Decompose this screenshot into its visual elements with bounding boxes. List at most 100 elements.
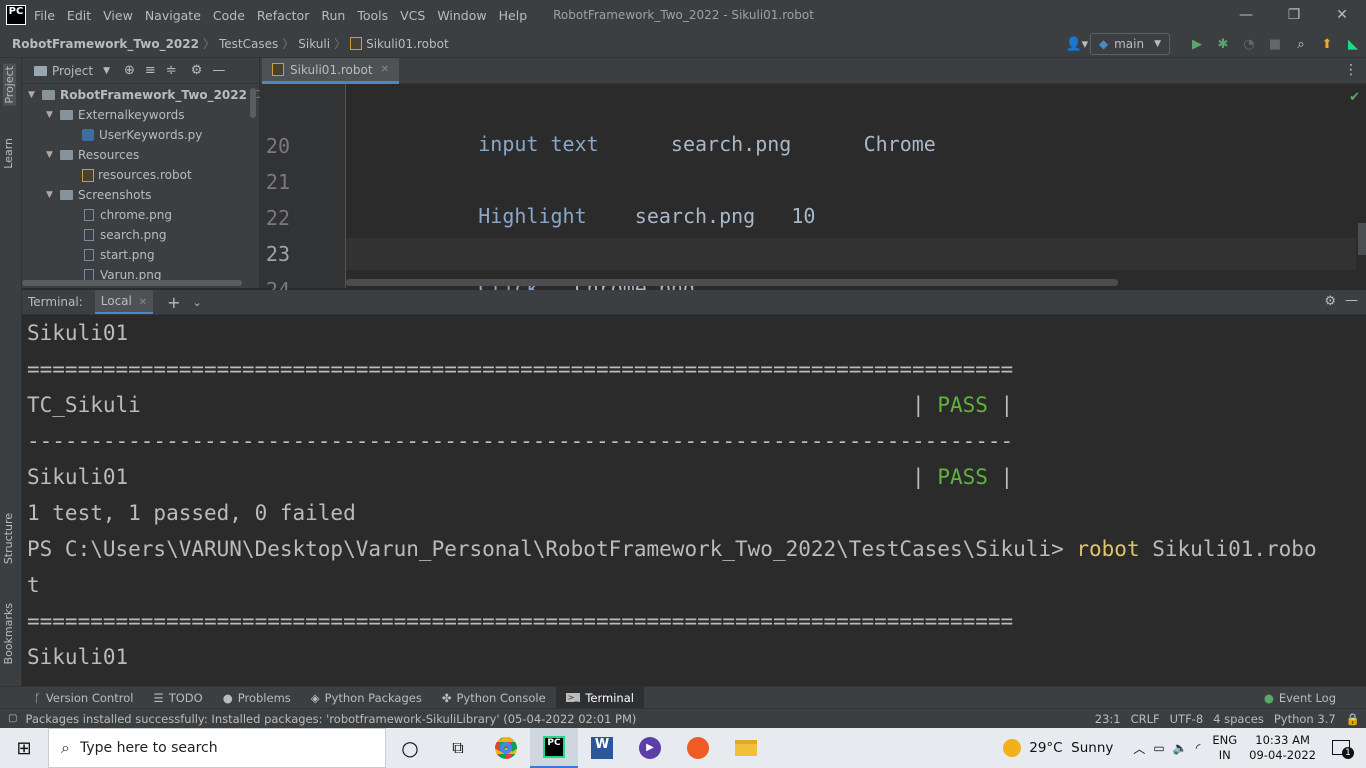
lock-icon[interactable]: 🔒 bbox=[1346, 712, 1360, 726]
tree-item-userkeywords[interactable]: UserKeywords.py bbox=[82, 125, 202, 145]
tree-item-start-png[interactable]: start.png bbox=[84, 245, 155, 265]
breadcrumb-file[interactable]: Sikuli01.robot bbox=[366, 37, 449, 51]
update-icon[interactable]: ⬆ bbox=[1314, 37, 1340, 52]
clock[interactable]: 10:33 AM 09-04-2022 bbox=[1249, 733, 1316, 763]
menu-edit[interactable]: Edit bbox=[67, 8, 91, 23]
menu-run[interactable]: Run bbox=[321, 8, 345, 23]
close-icon[interactable]: ✕ bbox=[1318, 0, 1366, 30]
terminal-line: ========================================… bbox=[27, 357, 1014, 381]
taskbar-search[interactable]: ⌕ Type here to search bbox=[48, 728, 386, 768]
gear-icon[interactable]: ⚙ bbox=[191, 63, 203, 78]
task-view-icon[interactable]: ⧉ bbox=[434, 728, 482, 768]
line-separator[interactable]: CRLF bbox=[1131, 712, 1160, 726]
tree-item-screenshots[interactable]: ▼ Screenshots bbox=[46, 185, 151, 205]
breadcrumb-sikuli[interactable]: Sikuli bbox=[298, 37, 330, 51]
chevron-down-icon[interactable]: ▼ bbox=[103, 66, 110, 76]
terminal-tab-local[interactable]: Local ✕ bbox=[94, 290, 154, 314]
tree-item-resources[interactable]: ▼ Resources bbox=[46, 145, 139, 165]
battery-icon[interactable]: ▭ bbox=[1153, 741, 1164, 755]
editor-tab-sikuli01[interactable]: Sikuli01.robot ✕ bbox=[262, 58, 399, 84]
tab-terminal[interactable]: >_ Terminal bbox=[555, 686, 644, 709]
python-interpreter[interactable]: Python 3.7 bbox=[1274, 712, 1336, 726]
status-message[interactable]: Packages installed successfully: Install… bbox=[25, 712, 636, 726]
collapse-all-icon[interactable]: ≑ bbox=[166, 63, 177, 78]
restore-icon[interactable]: ❐ bbox=[1270, 0, 1318, 30]
cortana-icon[interactable]: ○ bbox=[386, 728, 434, 768]
tab-python-packages[interactable]: ◈ Python Packages bbox=[301, 687, 432, 709]
chevron-down-icon[interactable]: ⌄ bbox=[193, 296, 202, 309]
weather-icon[interactable] bbox=[1003, 739, 1022, 757]
stop-icon[interactable]: ■ bbox=[1262, 37, 1288, 52]
wifi-icon[interactable]: ◜ bbox=[1196, 741, 1201, 755]
postman-icon[interactable] bbox=[674, 728, 722, 768]
horizontal-scrollbar[interactable] bbox=[22, 280, 242, 286]
file-explorer-icon[interactable] bbox=[722, 728, 770, 768]
chrome-icon[interactable] bbox=[482, 728, 530, 768]
menu-help[interactable]: Help bbox=[499, 8, 528, 23]
caret-position[interactable]: 23:1 bbox=[1095, 712, 1121, 726]
learn-tool-tab[interactable]: Learn bbox=[2, 138, 15, 169]
menu-vcs[interactable]: VCS bbox=[400, 8, 425, 23]
user-icon[interactable]: 👤▾ bbox=[1064, 37, 1090, 52]
menu-code[interactable]: Code bbox=[213, 8, 245, 23]
hide-icon[interactable]: — bbox=[212, 63, 225, 78]
window-icon[interactable]: ▢ bbox=[8, 713, 17, 724]
locate-icon[interactable]: ⊕ bbox=[124, 63, 135, 78]
close-icon[interactable]: ✕ bbox=[139, 297, 147, 308]
indent-setting[interactable]: 4 spaces bbox=[1213, 712, 1264, 726]
menu-tools[interactable]: Tools bbox=[357, 8, 388, 23]
menu-view[interactable]: View bbox=[103, 8, 133, 23]
minimize-icon[interactable]: — bbox=[1222, 0, 1270, 30]
menu-navigate[interactable]: Navigate bbox=[145, 8, 201, 23]
menu-file[interactable]: File bbox=[34, 8, 55, 23]
gear-icon[interactable]: ⚙ bbox=[1324, 294, 1336, 309]
coverage-icon[interactable]: ◔ bbox=[1236, 37, 1262, 52]
language-indicator[interactable]: ENG IN bbox=[1212, 733, 1237, 763]
editor-horizontal-scrollbar[interactable] bbox=[346, 279, 1118, 286]
vertical-scrollbar[interactable] bbox=[250, 88, 256, 118]
word-icon[interactable]: W bbox=[578, 728, 626, 768]
chevron-up-icon[interactable]: ︿ bbox=[1133, 740, 1145, 757]
menu-refactor[interactable]: Refactor bbox=[257, 8, 309, 23]
terminal-output[interactable]: Sikuli01 ===============================… bbox=[22, 315, 1366, 686]
project-panel-title[interactable]: Project bbox=[52, 64, 93, 78]
tree-item-chrome-png[interactable]: chrome.png bbox=[84, 205, 172, 225]
more-options-icon[interactable]: ⋮ bbox=[1344, 62, 1358, 78]
pycharm-taskbar-icon[interactable]: PC bbox=[530, 728, 578, 768]
check-icon[interactable]: ✔ bbox=[1349, 90, 1360, 105]
hide-icon[interactable]: — bbox=[1345, 293, 1358, 308]
editor-tab-label: Sikuli01.robot bbox=[290, 62, 373, 77]
volume-icon[interactable]: 🔈 bbox=[1173, 741, 1188, 755]
close-icon[interactable]: ✕ bbox=[381, 64, 389, 75]
debug-icon[interactable]: ✱ bbox=[1210, 37, 1236, 52]
structure-tool-tab[interactable]: Structure bbox=[2, 513, 15, 564]
run-icon[interactable]: ▶ bbox=[1184, 37, 1210, 52]
code-line[interactable]: Highlight search.png 10 bbox=[406, 180, 815, 252]
code-line[interactable]: input text search.png Chrome bbox=[406, 108, 936, 180]
tab-todo[interactable]: ☰ TODO bbox=[143, 687, 212, 709]
tree-item-search-png[interactable]: search.png bbox=[84, 225, 167, 245]
tree-item-project-root[interactable]: ▼ RobotFramework_Two_2022 C:\Us bbox=[28, 85, 282, 105]
editor-scrollbar[interactable] bbox=[1358, 223, 1366, 255]
tab-problems[interactable]: ● Problems bbox=[213, 687, 301, 709]
add-terminal-icon[interactable]: + bbox=[167, 293, 180, 312]
bookmarks-tool-tab[interactable]: Bookmarks bbox=[2, 603, 15, 664]
weather-text[interactable]: 29°C Sunny bbox=[1029, 740, 1113, 756]
search-icon[interactable]: ⌕ bbox=[1288, 37, 1314, 52]
tree-item-resources-robot[interactable]: resources.robot bbox=[82, 165, 192, 185]
file-encoding[interactable]: UTF-8 bbox=[1170, 712, 1204, 726]
tab-python-console[interactable]: ✤ Python Console bbox=[432, 687, 556, 709]
project-tool-tab[interactable]: Project bbox=[3, 64, 16, 106]
menu-window[interactable]: Window bbox=[437, 8, 486, 23]
notification-icon[interactable]: 1 bbox=[1330, 737, 1354, 759]
tab-version-control[interactable]: ᚴ Version Control bbox=[24, 687, 143, 709]
jetbrains-icon[interactable]: ◣ bbox=[1340, 37, 1366, 52]
tree-item-externalkeywords[interactable]: ▼ Externalkeywords bbox=[46, 105, 185, 125]
branch-selector[interactable]: ◆ main ▼ bbox=[1089, 33, 1170, 55]
expand-all-icon[interactable]: ≡ bbox=[145, 63, 156, 78]
windows-start-icon[interactable]: ⊞ bbox=[0, 728, 48, 768]
breadcrumb-project[interactable]: RobotFramework_Two_2022 bbox=[12, 37, 199, 51]
media-player-icon[interactable]: ▶ bbox=[626, 728, 674, 768]
tab-event-log[interactable]: ● Event Log bbox=[1254, 687, 1346, 709]
breadcrumb-testcases[interactable]: TestCases bbox=[219, 37, 278, 51]
